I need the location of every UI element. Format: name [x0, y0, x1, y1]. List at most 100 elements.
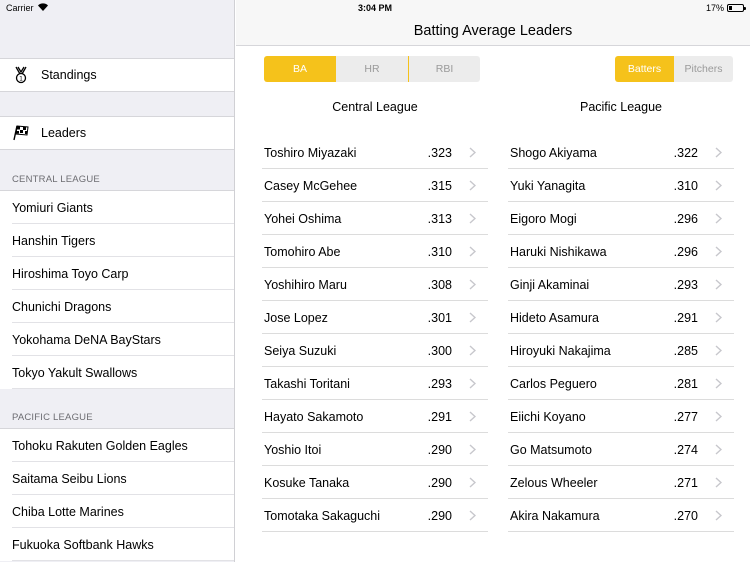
player-name: Hideto Asamura	[510, 310, 599, 325]
batting-average: .277	[673, 409, 698, 424]
player-name: Akira Nakamura	[510, 508, 600, 523]
table-row[interactable]: Tomotaka Sakaguchi .290	[262, 499, 488, 532]
team-item[interactable]: Hiroshima Toyo Carp	[0, 257, 234, 290]
player-name: Seiya Suzuki	[264, 343, 337, 358]
table-row[interactable]: Shogo Akiyama .322	[508, 136, 734, 169]
chevron-right-icon	[469, 180, 477, 191]
batting-average: .308	[427, 277, 452, 292]
player-name: Yohei Oshima	[264, 211, 342, 226]
player-type-segmented-control: Batters Pitchers	[615, 56, 733, 82]
table-row[interactable]: Tomohiro Abe .310	[262, 235, 488, 268]
team-item[interactable]: Fukuoka Softbank Hawks	[0, 528, 234, 561]
table-row[interactable]: Jose Lopez .301	[262, 301, 488, 334]
player-name: Yoshihiro Maru	[264, 277, 347, 292]
tab-batters[interactable]: Batters	[615, 56, 674, 82]
pacific-league-table: Pacific League Shogo Akiyama .322 Yuki Yan…	[508, 100, 734, 532]
central-league-table: Central League Toshiro Miyazaki .323 Casey…	[262, 100, 488, 532]
chevron-right-icon	[469, 444, 477, 455]
player-name: Kosuke Tanaka	[264, 475, 350, 490]
stat-segmented-control: BA HR RBI	[264, 56, 480, 82]
sidebar-item-label: Leaders	[41, 126, 87, 140]
pacific-league-header: PACIFIC LEAGUE	[12, 412, 93, 423]
table-row[interactable]: Yoshihiro Maru .308	[262, 268, 488, 301]
table-row[interactable]: Go Matsumoto .274	[508, 433, 734, 466]
table-row[interactable]: Carlos Peguero .281	[508, 367, 734, 400]
table-row[interactable]: Haruki Nishikawa .296	[508, 235, 734, 268]
team-item[interactable]: Hanshin Tigers	[0, 224, 234, 257]
table-row[interactable]: Eigoro Mogi .296	[508, 202, 734, 235]
league-title: Pacific League	[579, 100, 662, 114]
team-item[interactable]: Yokohama DeNA BayStars	[0, 323, 234, 356]
chevron-right-icon	[469, 345, 477, 356]
player-name: Takashi Toritani	[264, 376, 350, 391]
table-row[interactable]: Yohei Oshima .313	[262, 202, 488, 235]
table-row[interactable]: Ginji Akaminai .293	[508, 268, 734, 301]
chevron-right-icon	[469, 279, 477, 290]
tab-rbi[interactable]: RBI	[408, 56, 480, 82]
player-name: Hayato Sakamoto	[264, 409, 364, 424]
chevron-right-icon	[715, 345, 723, 356]
sidebar-item-leaders[interactable]: Leaders	[0, 116, 234, 150]
table-row[interactable]: Hayato Sakamoto .291	[262, 400, 488, 433]
batting-average: .301	[427, 310, 452, 325]
batting-average: .300	[427, 343, 452, 358]
batting-average: .323	[427, 145, 452, 160]
batting-average: .290	[427, 508, 452, 523]
sidebar-item-standings[interactable]: 1 Standings	[0, 58, 234, 92]
table-row[interactable]: Seiya Suzuki .300	[262, 334, 488, 367]
chevron-right-icon	[469, 477, 477, 488]
tab-ba[interactable]: BA	[264, 56, 336, 82]
chevron-right-icon	[715, 444, 723, 455]
svg-text:1: 1	[19, 76, 23, 83]
chevron-right-icon	[469, 312, 477, 323]
team-item[interactable]: Chiba Lotte Marines	[0, 495, 234, 528]
sidebar: 1 Standings Leaders CENTRAL LEAGUE Yomiu…	[0, 0, 235, 562]
chevron-right-icon	[469, 411, 477, 422]
chevron-right-icon	[715, 312, 723, 323]
table-row[interactable]: Akira Nakamura .270	[508, 499, 734, 532]
chevron-right-icon	[715, 411, 723, 422]
table-row[interactable]: Hiroyuki Nakajima .285	[508, 334, 734, 367]
batting-average: .274	[673, 442, 698, 457]
table-row[interactable]: Eiichi Koyano .277	[508, 400, 734, 433]
chevron-right-icon	[469, 213, 477, 224]
batting-average: .291	[427, 409, 452, 424]
player-name: Hiroyuki Nakajima	[510, 343, 611, 358]
batting-average: .310	[673, 178, 698, 193]
table-row[interactable]: Casey McGehee .315	[262, 169, 488, 202]
chevron-right-icon	[469, 147, 477, 158]
chevron-right-icon	[469, 510, 477, 521]
player-name: Haruki Nishikawa	[510, 244, 607, 259]
table-row[interactable]: Takashi Toritani .293	[262, 367, 488, 400]
batting-average: .296	[673, 244, 698, 259]
player-name: Carlos Peguero	[510, 376, 597, 391]
table-row[interactable]: Hideto Asamura .291	[508, 301, 734, 334]
batting-average: .290	[427, 475, 452, 490]
team-item[interactable]: Chunichi Dragons	[0, 290, 234, 323]
chevron-right-icon	[715, 213, 723, 224]
team-item[interactable]: Yomiuri Giants	[0, 191, 234, 224]
table-row[interactable]: Yuki Yanagita .310	[508, 169, 734, 202]
league-title: Central League	[332, 100, 418, 114]
player-name: Jose Lopez	[264, 310, 328, 325]
table-row[interactable]: Zelous Wheeler .271	[508, 466, 734, 499]
batting-average: .270	[673, 508, 698, 523]
page-title: Batting Average Leaders	[413, 23, 573, 39]
medal-icon: 1	[12, 66, 30, 84]
player-name: Yuki Yanagita	[510, 178, 586, 193]
batting-average: .313	[427, 211, 452, 226]
table-row[interactable]: Kosuke Tanaka .290	[262, 466, 488, 499]
batting-average: .291	[673, 310, 698, 325]
batting-average: .281	[673, 376, 698, 391]
team-item[interactable]: Tohoku Rakuten Golden Eagles	[0, 429, 234, 462]
checkered-flag-icon	[12, 124, 30, 142]
team-item[interactable]: Saitama Seibu Lions	[0, 462, 234, 495]
table-row[interactable]: Yoshio Itoi .290	[262, 433, 488, 466]
tab-hr[interactable]: HR	[336, 56, 408, 82]
player-name: Eigoro Mogi	[510, 211, 577, 226]
tab-pitchers[interactable]: Pitchers	[674, 56, 733, 82]
team-item[interactable]: Tokyo Yakult Swallows	[0, 356, 234, 389]
chevron-right-icon	[469, 378, 477, 389]
table-row[interactable]: Toshiro Miyazaki .323	[262, 136, 488, 169]
player-name: Zelous Wheeler	[510, 475, 598, 490]
